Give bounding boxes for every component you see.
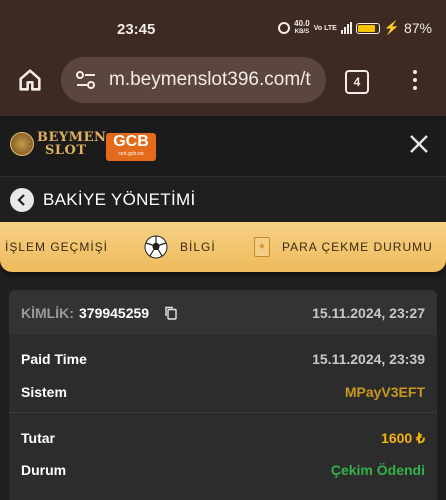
soccer-ball-icon: [144, 235, 168, 259]
card-icon: [254, 237, 270, 257]
overflow-menu-icon[interactable]: [412, 70, 418, 90]
system-value: MPayV3EFT: [344, 384, 425, 400]
balance-tabs: İŞLEM GEÇMİŞİ BİLGİ PARA ÇEKME DURUMU: [0, 222, 446, 272]
row-divider: [9, 412, 437, 413]
chevron-left-icon: [17, 194, 25, 206]
tab-withdrawal-status[interactable]: PARA ÇEKME DURUMU: [254, 222, 433, 272]
tab-info[interactable]: BİLGİ: [144, 222, 216, 272]
battery-icon: [355, 22, 380, 34]
battery-percent: 87%: [403, 20, 432, 36]
site-header: BEYMEN SLOT GCB cert.gcb.cw: [0, 116, 446, 176]
transaction-card: KİMLİK: 379945259 15.11.2024, 23:27 Paid…: [9, 290, 437, 500]
site-logo[interactable]: BEYMEN SLOT: [10, 131, 106, 157]
status-icons: 40.0 KB/S Vo LTE ⚡ 87%: [278, 20, 432, 36]
transaction-header: KİMLİK: 379945259 15.11.2024, 23:27: [9, 290, 437, 335]
amount-label: Tutar: [21, 430, 55, 446]
paid-time-label: Paid Time: [21, 351, 87, 367]
volte-indicator: Vo LTE: [313, 24, 337, 32]
close-icon[interactable]: [408, 133, 430, 155]
tab-transaction-history[interactable]: İŞLEM GEÇMİŞİ: [5, 222, 108, 272]
page-title: BAKİYE YÖNETİMİ: [43, 190, 196, 209]
back-button[interactable]: [10, 188, 34, 212]
net-speed: 40.0 KB/S: [294, 19, 310, 36]
amount-value: 1600 ₺: [381, 430, 425, 446]
alarm-icon: [278, 22, 291, 34]
id-value: 379945259: [79, 305, 150, 321]
site-settings-icon[interactable]: [75, 70, 97, 90]
charging-icon: ⚡: [383, 20, 400, 35]
id-label: KİMLİK:: [21, 305, 74, 321]
status-time: 23:45: [117, 21, 156, 38]
header-divider: [0, 176, 446, 177]
home-icon[interactable]: [16, 66, 44, 94]
browser-chrome: 23:45 40.0 KB/S Vo LTE ⚡ 87% m.beymenslo…: [0, 0, 446, 116]
crest-icon: [10, 132, 34, 156]
status-value: Çekim Ödendi: [330, 462, 425, 478]
copy-icon[interactable]: [164, 306, 178, 320]
signal-icon: [340, 22, 352, 34]
gcb-license-badge[interactable]: GCB cert.gcb.cw: [106, 133, 156, 161]
status-label: Durum: [21, 462, 67, 478]
url-text: m.beymenslot396.com/t: [109, 69, 311, 90]
url-bar[interactable]: m.beymenslot396.com/t: [61, 57, 326, 103]
created-date: 15.11.2024, 23:27: [312, 305, 425, 321]
tab-switcher-button[interactable]: 4: [345, 70, 369, 94]
system-label: Sistem: [21, 384, 67, 400]
paid-time-value: 15.11.2024, 23:39: [312, 351, 425, 367]
